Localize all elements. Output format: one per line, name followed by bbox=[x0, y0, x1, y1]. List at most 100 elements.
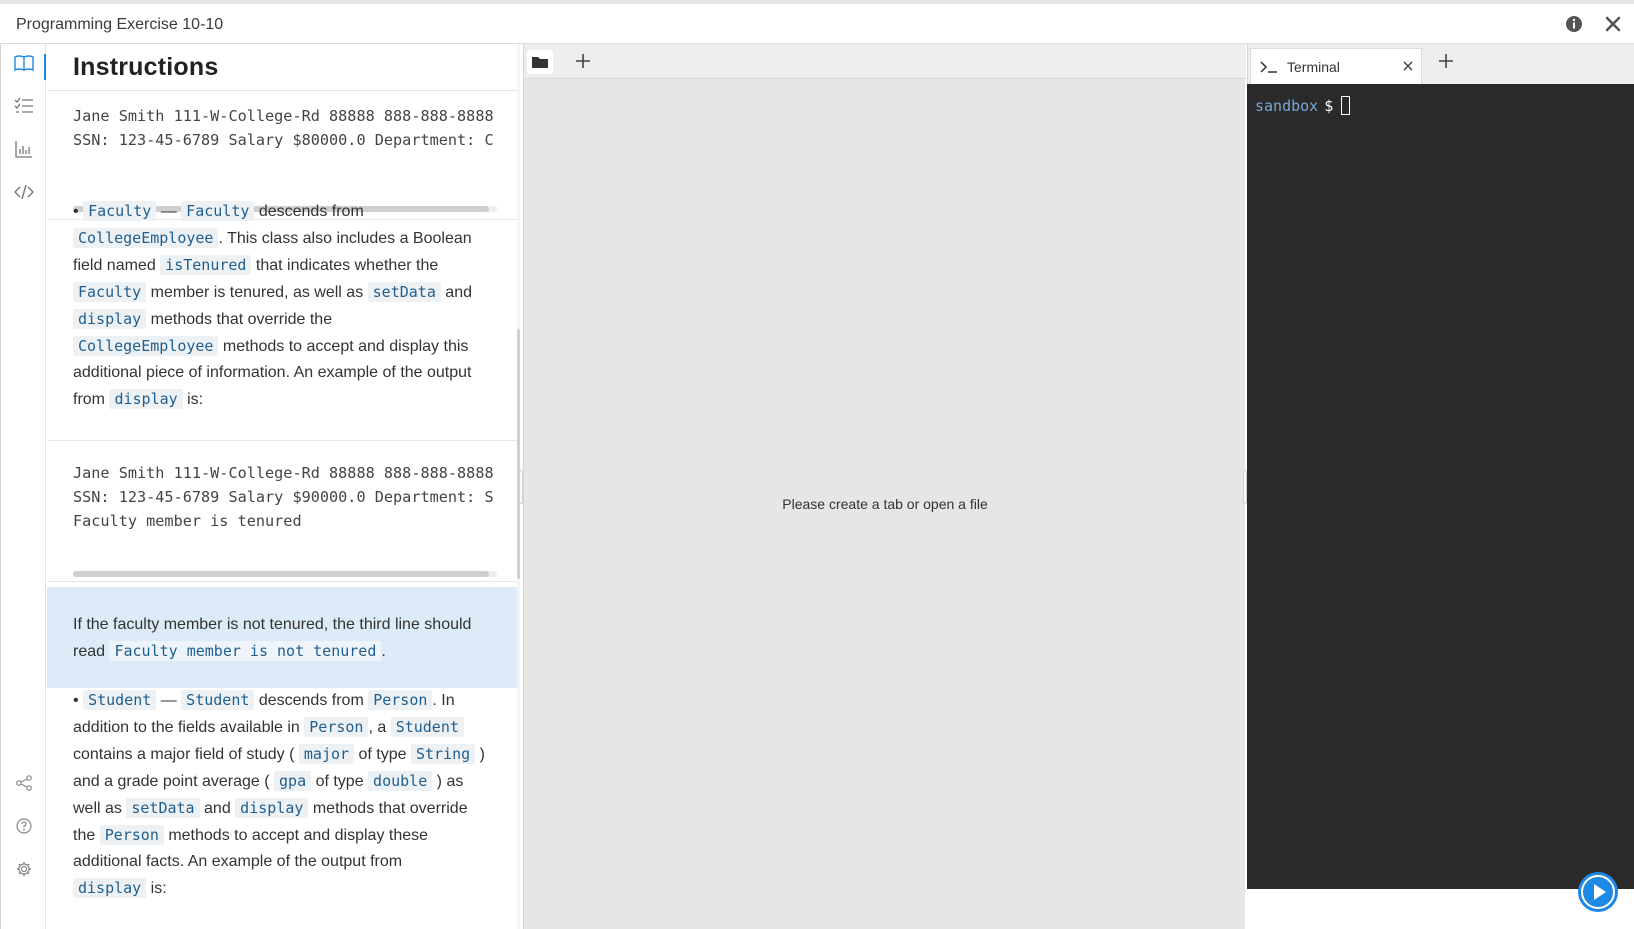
text-line: additional piece of information. An exam… bbox=[73, 360, 513, 386]
settings-icon[interactable] bbox=[13, 858, 35, 880]
text: and bbox=[440, 284, 472, 301]
add-terminal-icon[interactable] bbox=[1435, 50, 1457, 72]
text-line: additional facts. An example of the outp… bbox=[73, 849, 513, 875]
text: If the faculty member is not tenured, th… bbox=[73, 616, 472, 633]
text-line: contains a major field of study ( major … bbox=[73, 741, 513, 768]
code-term: CollegeEmployee bbox=[73, 336, 219, 356]
horizontal-scrollbar[interactable] bbox=[73, 571, 489, 577]
code-term: Faculty member is not tenured bbox=[109, 641, 382, 661]
sidebar-rail bbox=[0, 44, 46, 929]
code-term: display bbox=[73, 309, 147, 329]
text: . In bbox=[432, 692, 455, 709]
text-line: CollegeEmployee. This class also include… bbox=[73, 225, 513, 252]
code-text: Faculty member is tenured bbox=[73, 512, 302, 530]
text: additional facts. An example of the outp… bbox=[73, 853, 403, 870]
code-line: Jane Smith 111-W-College-Rd 88888 888-88… bbox=[47, 441, 517, 533]
text: , a bbox=[368, 719, 391, 736]
terminal-cursor bbox=[1341, 96, 1351, 115]
title-bar: Programming Exercise 10-10 bbox=[0, 0, 1634, 44]
text-line: CollegeEmployee methods to accept and di… bbox=[73, 333, 513, 360]
close-tab-icon[interactable] bbox=[1401, 59, 1415, 73]
bar-chart-icon[interactable] bbox=[13, 138, 35, 160]
text: methods to accept and display these bbox=[163, 827, 429, 844]
code-term: display bbox=[73, 878, 147, 898]
share-icon[interactable] bbox=[13, 772, 35, 794]
run-button[interactable] bbox=[1578, 872, 1618, 912]
code-text: Jane Smith 111-W-College-Rd 88888 888-88… bbox=[73, 107, 494, 125]
info-icon[interactable] bbox=[1565, 15, 1583, 33]
faculty-description: • Faculty — Faculty descends from Colleg… bbox=[73, 198, 513, 413]
instructions-header: Instructions bbox=[47, 44, 520, 91]
terminal-host: sandbox bbox=[1255, 97, 1319, 115]
code-term: Student bbox=[390, 717, 464, 737]
text-line: • Student — Student descends from Person… bbox=[73, 687, 513, 714]
text: — bbox=[156, 692, 182, 709]
text: methods to accept and display this bbox=[218, 338, 469, 355]
text-line: field named isTenured that indicates whe… bbox=[73, 252, 513, 279]
code-term: Student bbox=[181, 690, 255, 710]
help-icon[interactable] bbox=[13, 815, 35, 837]
text-line: and a grade point average ( gpa of type … bbox=[73, 768, 513, 795]
text: — bbox=[156, 203, 182, 220]
text: well as bbox=[73, 800, 127, 817]
code-term: Person bbox=[304, 717, 369, 737]
folder-icon bbox=[532, 57, 548, 68]
code-term: CollegeEmployee bbox=[73, 228, 219, 248]
checklist-icon[interactable] bbox=[13, 95, 35, 117]
instructions-panel: Instructions Jane Smith 111-W-College-Rd… bbox=[47, 44, 520, 929]
code-line: Jane Smith 111-W-College-Rd 88888 888-88… bbox=[47, 92, 517, 152]
code-term: Faculty bbox=[73, 282, 147, 302]
bullet: • bbox=[73, 692, 79, 709]
tab-terminal[interactable]: Terminal bbox=[1250, 48, 1422, 84]
code-text: SSN: 123-45-6789 Salary $80000.0 Departm… bbox=[73, 131, 494, 149]
text-line: display is: bbox=[73, 875, 513, 902]
text: is: bbox=[182, 391, 204, 408]
code-term: Person bbox=[368, 690, 433, 710]
code-text: SSN: 123-45-6789 Salary $90000.0 Departm… bbox=[73, 488, 494, 506]
code-term: display bbox=[235, 798, 309, 818]
text: descends from bbox=[254, 692, 369, 709]
editor-area: Please create a tab or open a file bbox=[523, 44, 1246, 929]
terminal-prompt: $ bbox=[1324, 97, 1334, 115]
code-example-2: Jane Smith 111-W-College-Rd 88888 888-88… bbox=[47, 440, 517, 582]
code-term: Student bbox=[83, 690, 157, 710]
play-icon bbox=[1581, 875, 1615, 909]
note-callout: If the faculty member is not tenured, th… bbox=[47, 587, 517, 688]
text-line: display methods that override the bbox=[73, 306, 513, 333]
text: additional piece of information. An exam… bbox=[73, 364, 472, 381]
bullet: • bbox=[73, 203, 79, 220]
text: is: bbox=[146, 880, 167, 897]
text: ) bbox=[475, 746, 485, 763]
text: and a grade point average ( bbox=[73, 773, 275, 790]
code-term: display bbox=[109, 389, 183, 409]
text: that indicates whether the bbox=[251, 257, 439, 274]
vertical-scrollbar[interactable] bbox=[517, 329, 520, 579]
code-icon[interactable] bbox=[13, 181, 35, 203]
text: of type bbox=[311, 773, 369, 790]
text: from bbox=[73, 391, 110, 408]
add-tab-icon[interactable] bbox=[572, 50, 594, 72]
text: ) as bbox=[432, 773, 464, 790]
code-term: gpa bbox=[274, 771, 312, 791]
book-icon[interactable] bbox=[13, 52, 35, 74]
text: . This class also includes a Boolean bbox=[218, 230, 472, 247]
callout-text: If the faculty member is not tenured, th… bbox=[73, 612, 493, 665]
text: field named bbox=[73, 257, 161, 274]
open-folder-button[interactable] bbox=[527, 50, 553, 74]
terminal-prompt-line: sandbox $ bbox=[1255, 96, 1351, 115]
text: the bbox=[73, 827, 100, 844]
close-icon[interactable] bbox=[1603, 14, 1623, 34]
code-term: Faculty bbox=[83, 201, 157, 221]
text: . bbox=[381, 643, 386, 660]
window-title: Programming Exercise 10-10 bbox=[16, 16, 224, 33]
terminal-tab-label: Terminal bbox=[1287, 59, 1340, 75]
text: methods that override bbox=[308, 800, 468, 817]
code-term: double bbox=[368, 771, 433, 791]
text: addition to the fields available in bbox=[73, 719, 305, 736]
code-text: Jane Smith 111-W-College-Rd 88888 888-88… bbox=[73, 464, 494, 482]
terminal-console[interactable]: sandbox $ bbox=[1247, 84, 1634, 889]
student-description: • Student — Student descends from Person… bbox=[73, 687, 513, 902]
active-indicator bbox=[44, 54, 46, 80]
editor-tab-bar bbox=[524, 44, 1246, 79]
text-line: Faculty member is tenured, as well as se… bbox=[73, 279, 513, 306]
